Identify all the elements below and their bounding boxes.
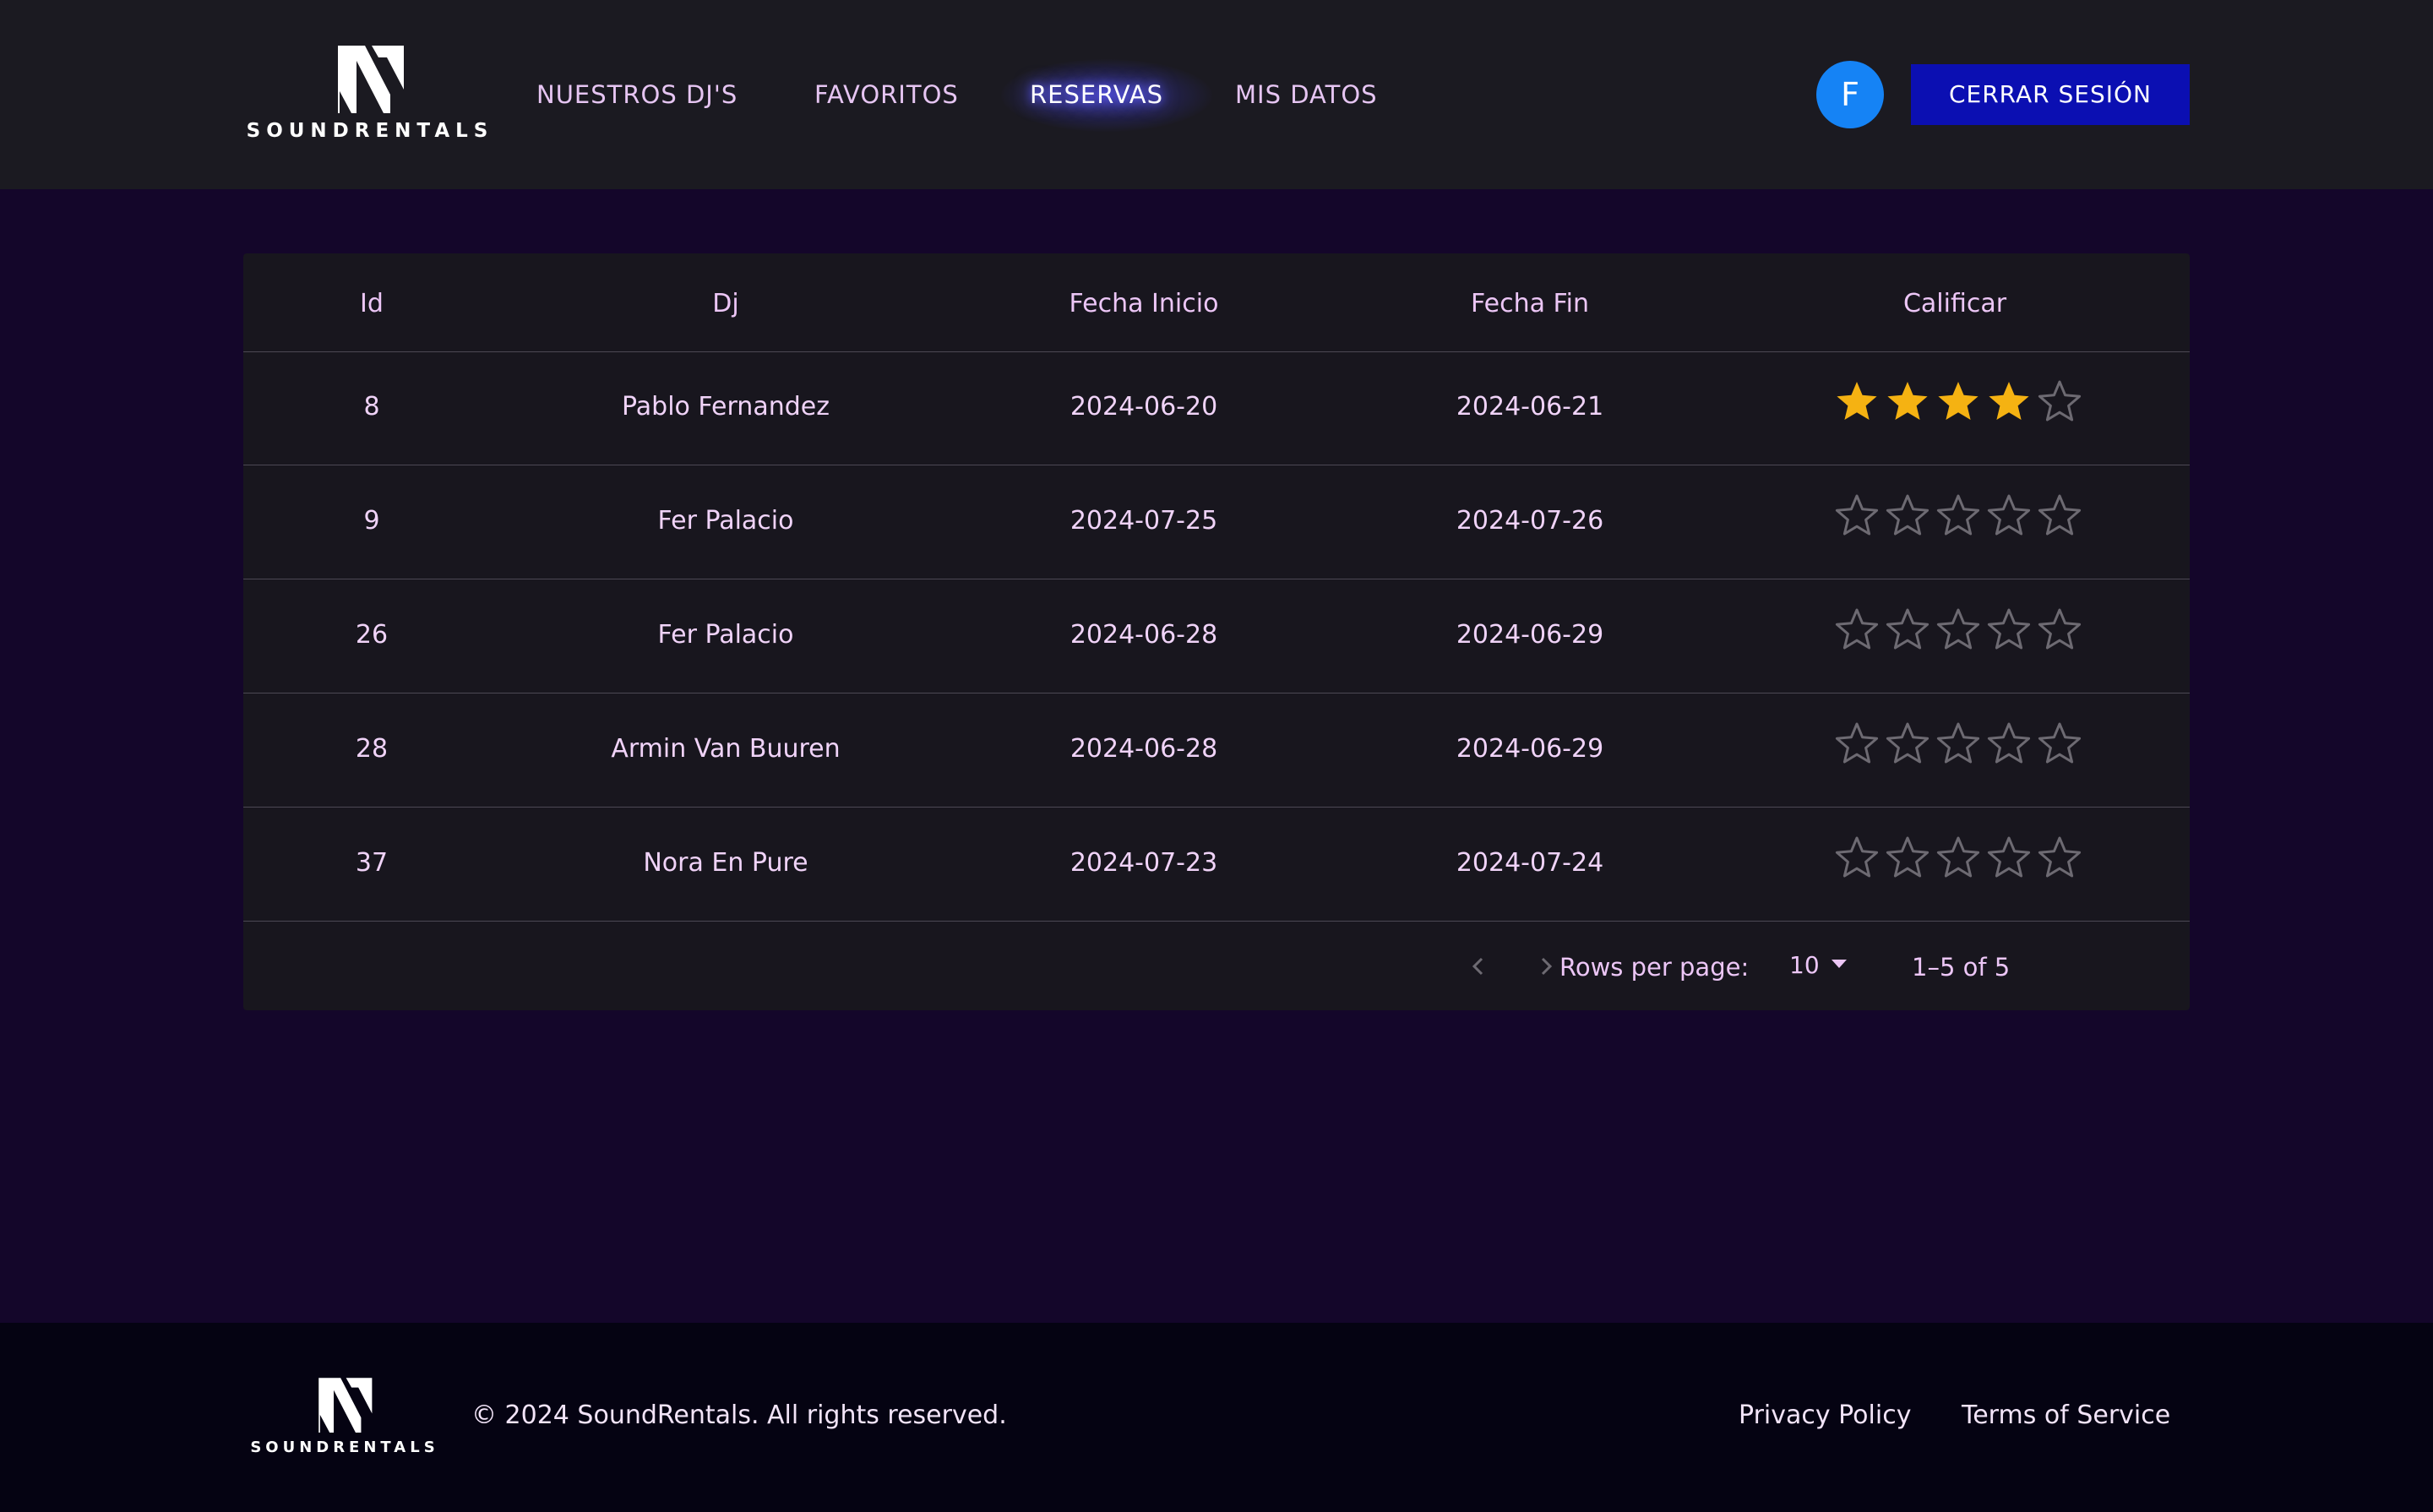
cell-dj: Nora En Pure (643, 848, 808, 878)
star-icon[interactable] (2036, 835, 2083, 882)
table-row: 8 Pablo Fernandez 2024-06-20 2024-06-21 (243, 351, 2190, 465)
nav-mis-datos[interactable]: MIS DATOS (1235, 78, 1378, 111)
star-icon[interactable] (1935, 721, 1982, 768)
star-icon[interactable] (2036, 606, 2083, 654)
rows-per-page-select[interactable]: 10 (1789, 951, 1820, 979)
table-row: 28 Armin Van Buuren 2024-06-28 2024-06-29 (243, 693, 2190, 808)
star-icon[interactable] (2036, 492, 2083, 540)
footer: SOUNDRENTALS © 2024 SoundRentals. All ri… (0, 1323, 2433, 1512)
star-icon[interactable] (1833, 378, 1881, 426)
cell-fecha-fin: 2024-07-26 (1456, 506, 1604, 536)
cell-fecha-fin: 2024-06-29 (1456, 620, 1604, 650)
logout-button[interactable]: CERRAR SESIÓN (1911, 64, 2190, 125)
star-icon[interactable] (2036, 721, 2083, 768)
star-icon[interactable] (1985, 721, 2033, 768)
nav-favoritos[interactable]: FAVORITOS (814, 78, 959, 111)
logo[interactable]: SOUNDRENTALS (245, 42, 495, 142)
pagination: Rows per page: 10 1–5 of 5 (243, 926, 2190, 1010)
star-icon[interactable] (1935, 378, 1982, 426)
column-header-calificar[interactable]: Calificar (1903, 289, 2006, 318)
star-icon[interactable] (1833, 606, 1881, 654)
star-icon[interactable] (1935, 835, 1982, 882)
column-header-dj[interactable]: Dj (712, 289, 738, 318)
terms-of-service-link[interactable]: Terms of Service (1962, 1401, 2170, 1430)
cell-dj: Fer Palacio (657, 506, 794, 536)
star-icon[interactable] (2036, 378, 2083, 426)
star-icon[interactable] (1884, 492, 1931, 540)
star-icon[interactable] (1833, 835, 1881, 882)
privacy-policy-link[interactable]: Privacy Policy (1739, 1401, 1911, 1430)
table-row: 9 Fer Palacio 2024-07-25 2024-07-26 (243, 465, 2190, 579)
table-row: 37 Nora En Pure 2024-07-23 2024-07-24 (243, 808, 2190, 922)
star-icon[interactable] (1985, 606, 2033, 654)
column-header-id[interactable]: Id (360, 289, 384, 318)
column-header-fecha-inicio[interactable]: Fecha Inicio (1070, 289, 1219, 318)
cell-fecha-inicio: 2024-06-20 (1070, 392, 1218, 422)
table-row: 26 Fer Palacio 2024-06-28 2024-06-29 (243, 579, 2190, 693)
user-avatar[interactable]: F (1816, 61, 1884, 128)
column-header-fecha-fin[interactable]: Fecha Fin (1471, 289, 1589, 318)
table-header: Id Dj Fecha Inicio Fecha Fin Calificar (243, 253, 2190, 352)
star-rating[interactable] (1833, 835, 2087, 885)
footer-logo-text: SOUNDRENTALS (250, 1439, 439, 1456)
star-icon[interactable] (1833, 721, 1881, 768)
star-rating[interactable] (1833, 721, 2087, 771)
cell-id: 28 (355, 734, 389, 764)
cell-fecha-inicio: 2024-07-25 (1070, 506, 1218, 536)
cell-fecha-inicio: 2024-06-28 (1070, 734, 1218, 764)
nav-reservas[interactable]: RESERVAS (1030, 78, 1163, 111)
star-icon[interactable] (1935, 492, 1982, 540)
cell-fecha-inicio: 2024-06-28 (1070, 620, 1218, 650)
star-icon[interactable] (1884, 606, 1931, 654)
cell-fecha-fin: 2024-07-24 (1456, 848, 1604, 878)
cell-id: 9 (363, 506, 380, 536)
chevron-left-icon[interactable] (1461, 949, 1495, 983)
footer-logo[interactable]: SOUNDRENTALS (245, 1375, 444, 1456)
cell-dj: Armin Van Buuren (611, 734, 841, 764)
pagination-range: 1–5 of 5 (1912, 953, 2011, 982)
star-icon[interactable] (1985, 378, 2033, 426)
star-rating[interactable] (1833, 606, 2087, 657)
soundrentals-logo-icon (318, 1378, 373, 1433)
caret-down-icon[interactable] (1832, 960, 1847, 968)
star-icon[interactable] (1833, 492, 1881, 540)
star-icon[interactable] (1884, 378, 1931, 426)
cell-id: 37 (355, 848, 389, 878)
star-icon[interactable] (1985, 492, 2033, 540)
cell-id: 26 (355, 620, 389, 650)
cell-fecha-fin: 2024-06-21 (1456, 392, 1604, 422)
star-rating[interactable] (1833, 378, 2087, 429)
cell-id: 8 (363, 392, 380, 422)
star-icon[interactable] (1884, 721, 1931, 768)
soundrentals-logo-icon (338, 46, 404, 113)
star-rating[interactable] (1833, 492, 2087, 543)
reservations-table: Id Dj Fecha Inicio Fecha Fin Calificar 8… (243, 253, 2190, 1010)
cell-dj: Pablo Fernandez (622, 392, 830, 422)
star-icon[interactable] (1985, 835, 2033, 882)
star-icon[interactable] (1935, 606, 1982, 654)
logo-text: SOUNDRENTALS (246, 120, 494, 142)
rows-per-page-label: Rows per page: (1559, 953, 1750, 982)
chevron-right-icon[interactable] (1529, 949, 1563, 983)
star-icon[interactable] (1884, 835, 1931, 882)
top-navbar: SOUNDRENTALS NUESTROS DJ'S FAVORITOS RES… (0, 0, 2433, 189)
nav-nuestros-djs[interactable]: NUESTROS DJ'S (536, 78, 738, 111)
cell-fecha-inicio: 2024-07-23 (1070, 848, 1218, 878)
copyright-text: © 2024 SoundRentals. All rights reserved… (471, 1401, 1007, 1430)
cell-dj: Fer Palacio (657, 620, 794, 650)
cell-fecha-fin: 2024-06-29 (1456, 734, 1604, 764)
